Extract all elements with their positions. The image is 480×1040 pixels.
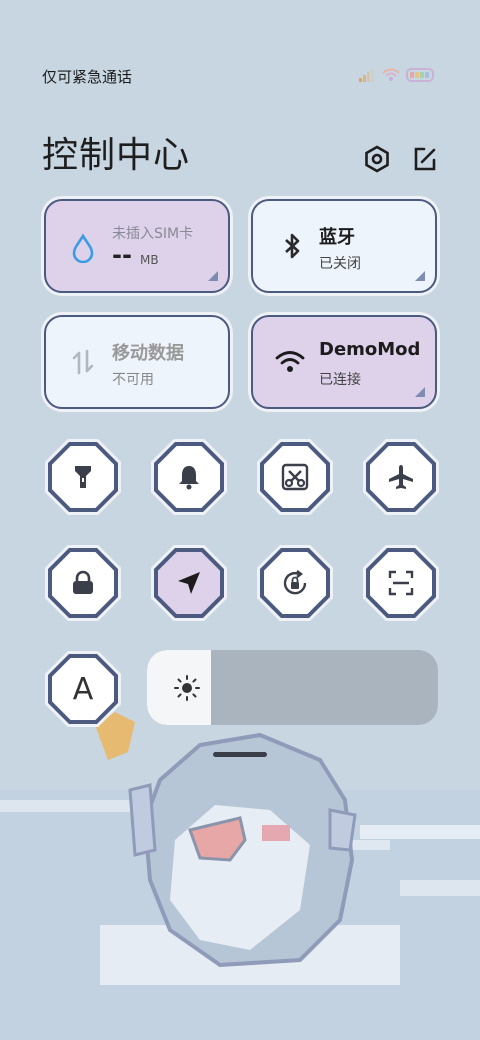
scan-icon	[388, 570, 414, 596]
mobile-data-card[interactable]: 移动数据 不可用	[44, 315, 230, 409]
settings-hexagon-icon[interactable]	[362, 144, 392, 174]
brightness-sun-icon	[174, 675, 200, 701]
brightness-slider[interactable]	[147, 650, 438, 725]
page-title: 控制中心	[42, 135, 191, 176]
wifi-status: 已连接	[319, 372, 361, 388]
expand-corner-indicator	[415, 387, 425, 397]
rotation-lock-toggle[interactable]	[260, 548, 330, 618]
status-icons	[358, 68, 436, 82]
rotation-lock-icon	[283, 570, 307, 595]
wifi-network-name: DemoMod	[319, 339, 421, 360]
screenshot-toggle[interactable]	[260, 442, 330, 512]
data-usage-unit: MB	[140, 253, 159, 267]
expand-corner-indicator	[415, 271, 425, 281]
bluetooth-card[interactable]: 蓝牙 已关闭	[251, 199, 437, 293]
airplane-icon	[389, 465, 413, 489]
sim-status-label: 未插入SIM卡	[112, 226, 194, 242]
sound-toggle[interactable]	[154, 442, 224, 512]
location-toggle[interactable]	[154, 548, 224, 618]
scissors-screenshot-icon	[281, 463, 309, 491]
water-drop-icon	[72, 233, 94, 263]
airplane-mode-toggle[interactable]	[366, 442, 436, 512]
lock-screen-toggle[interactable]	[48, 548, 118, 618]
battery-icon	[406, 68, 434, 82]
font-letter-icon: A	[72, 671, 94, 707]
scanner-toggle[interactable]	[366, 548, 436, 618]
mobile-data-status: 不可用	[112, 372, 154, 388]
data-usage-value: --	[112, 241, 132, 269]
wifi-status-icon	[382, 68, 400, 81]
edit-icon[interactable]	[410, 144, 440, 174]
expand-corner-indicator	[208, 271, 218, 281]
bluetooth-status: 已关闭	[319, 256, 361, 272]
bell-icon	[179, 466, 199, 490]
location-arrow-icon	[178, 572, 200, 594]
mobile-data-title: 移动数据	[112, 343, 184, 364]
panel-drag-handle[interactable]	[213, 752, 267, 757]
bluetooth-title: 蓝牙	[319, 227, 355, 248]
font-size-toggle[interactable]: A	[48, 654, 118, 724]
wifi-icon	[275, 351, 305, 372]
signal-icon	[359, 69, 374, 82]
flashlight-toggle[interactable]	[48, 442, 118, 512]
flashlight-icon	[75, 466, 91, 488]
status-carrier-text: 仅可紧急通话	[42, 68, 133, 86]
wifi-card[interactable]: DemoMod 已连接	[251, 315, 437, 409]
lock-icon	[73, 570, 93, 594]
data-usage-card[interactable]: 未插入SIM卡 -- MB	[44, 199, 230, 293]
data-transfer-arrows-icon	[72, 349, 94, 375]
bluetooth-icon	[285, 233, 300, 259]
